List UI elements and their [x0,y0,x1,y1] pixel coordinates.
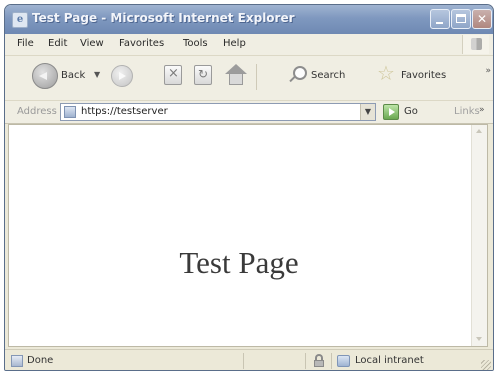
ie-page-icon: e [12,12,28,28]
links-chevron-icon[interactable]: » [479,105,485,115]
scroll-down-icon[interactable] [476,337,482,341]
status-bar: Done Local intranet [5,349,493,370]
status-text: Done [27,355,54,366]
windows-logo-throbber [462,35,489,54]
page-icon [64,106,76,118]
minimize-button[interactable] [430,9,450,29]
links-label[interactable]: Links [454,106,480,117]
menu-help[interactable]: Help [223,38,246,49]
status-divider [305,353,306,369]
status-divider [243,353,244,369]
menu-favorites[interactable]: Favorites [119,38,164,49]
page-done-icon [11,355,23,367]
minimize-icon [436,22,443,24]
home-wall [229,73,243,85]
local-intranet-icon [337,355,350,367]
go-arrow-icon[interactable] [383,104,399,120]
address-bar: Address https://testserver ▼ Go Links » [5,101,493,124]
lock-icon[interactable] [314,354,324,367]
refresh-icon[interactable] [194,65,212,85]
scroll-up-icon[interactable] [476,129,482,133]
close-button[interactable]: ✕ [472,9,492,29]
page-heading: Test Page [179,245,299,280]
menu-edit[interactable]: Edit [48,38,67,49]
home-icon[interactable] [225,64,247,86]
menu-bar: File Edit View Favorites Tools Help [5,34,493,56]
address-input[interactable]: https://testserver ▼ [60,103,376,121]
title-bar[interactable]: e Test Page - Microsoft Internet Explore… [5,5,493,34]
address-url[interactable]: https://testserver [81,106,168,117]
back-arrow-icon[interactable] [32,63,58,89]
page-content: Test Page [8,124,488,347]
windows-flag-icon [471,38,482,50]
close-icon: ✕ [476,12,488,26]
address-label: Address [17,106,57,117]
standard-toolbar: Back ▼ Search ☆ Favorites » [5,56,493,101]
maximize-button[interactable] [451,9,471,29]
menu-tools[interactable]: Tools [183,38,208,49]
back-button-label[interactable]: Back [61,70,85,81]
resize-grip-icon[interactable] [481,360,491,370]
security-zone-text: Local intranet [355,355,424,366]
menu-file[interactable]: File [17,38,34,49]
ie-window: e Test Page - Microsoft Internet Explore… [4,4,494,371]
status-divider [331,353,332,369]
vertical-scrollbar[interactable] [471,125,487,346]
go-button-label[interactable]: Go [404,106,418,117]
back-dropdown-icon[interactable]: ▼ [94,70,100,79]
search-button-label[interactable]: Search [311,70,345,81]
window-title: Test Page - Microsoft Internet Explorer [32,11,295,25]
search-icon[interactable] [293,66,307,80]
lock-body [314,360,324,367]
menu-view[interactable]: View [80,38,104,49]
toolbar-separator [256,64,257,90]
favorites-star-icon[interactable]: ☆ [377,63,395,83]
favorites-button-label[interactable]: Favorites [401,70,446,81]
toolbar-overflow-chevron-icon[interactable]: » [485,66,491,76]
stop-icon[interactable] [164,65,182,85]
forward-arrow-icon[interactable] [111,65,133,87]
address-dropdown-icon[interactable]: ▼ [360,104,375,120]
maximize-icon [456,14,466,23]
